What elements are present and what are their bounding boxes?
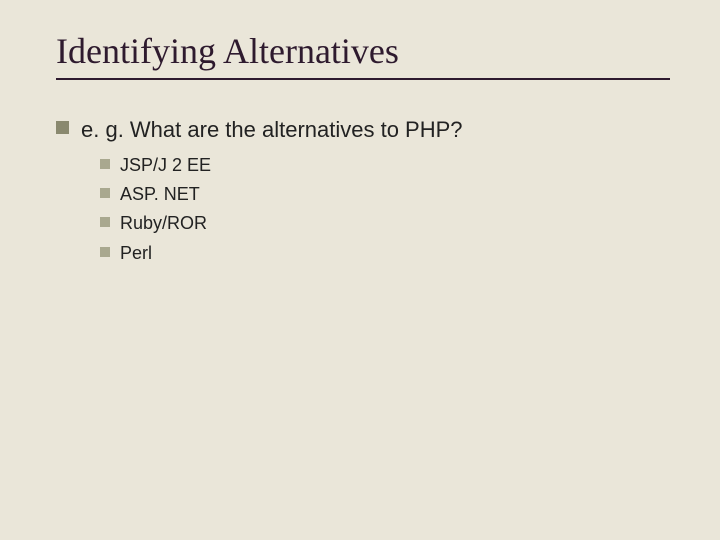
list-item-label: Ruby/ROR [120, 212, 207, 235]
list-item-label: ASP. NET [120, 183, 200, 206]
list-item: Ruby/ROR [100, 212, 670, 235]
list-item-label: JSP/J 2 EE [120, 154, 211, 177]
list-item: Perl [100, 242, 670, 265]
list-item: JSP/J 2 EE [100, 154, 670, 177]
level1-text: e. g. What are the alternatives to PHP? [81, 116, 463, 144]
title-underline [56, 78, 670, 80]
list-item: ASP. NET [100, 183, 670, 206]
slide-title: Identifying Alternatives [56, 30, 670, 72]
list-item-label: Perl [120, 242, 152, 265]
slide: Identifying Alternatives e. g. What are … [0, 0, 720, 540]
square-bullet-icon [100, 159, 110, 169]
sublist: JSP/J 2 EE ASP. NET Ruby/ROR Perl [100, 154, 670, 266]
square-bullet-icon [100, 188, 110, 198]
square-bullet-icon [56, 121, 69, 134]
square-bullet-icon [100, 217, 110, 227]
square-bullet-icon [100, 247, 110, 257]
bullet-level1: e. g. What are the alternatives to PHP? [56, 116, 670, 144]
